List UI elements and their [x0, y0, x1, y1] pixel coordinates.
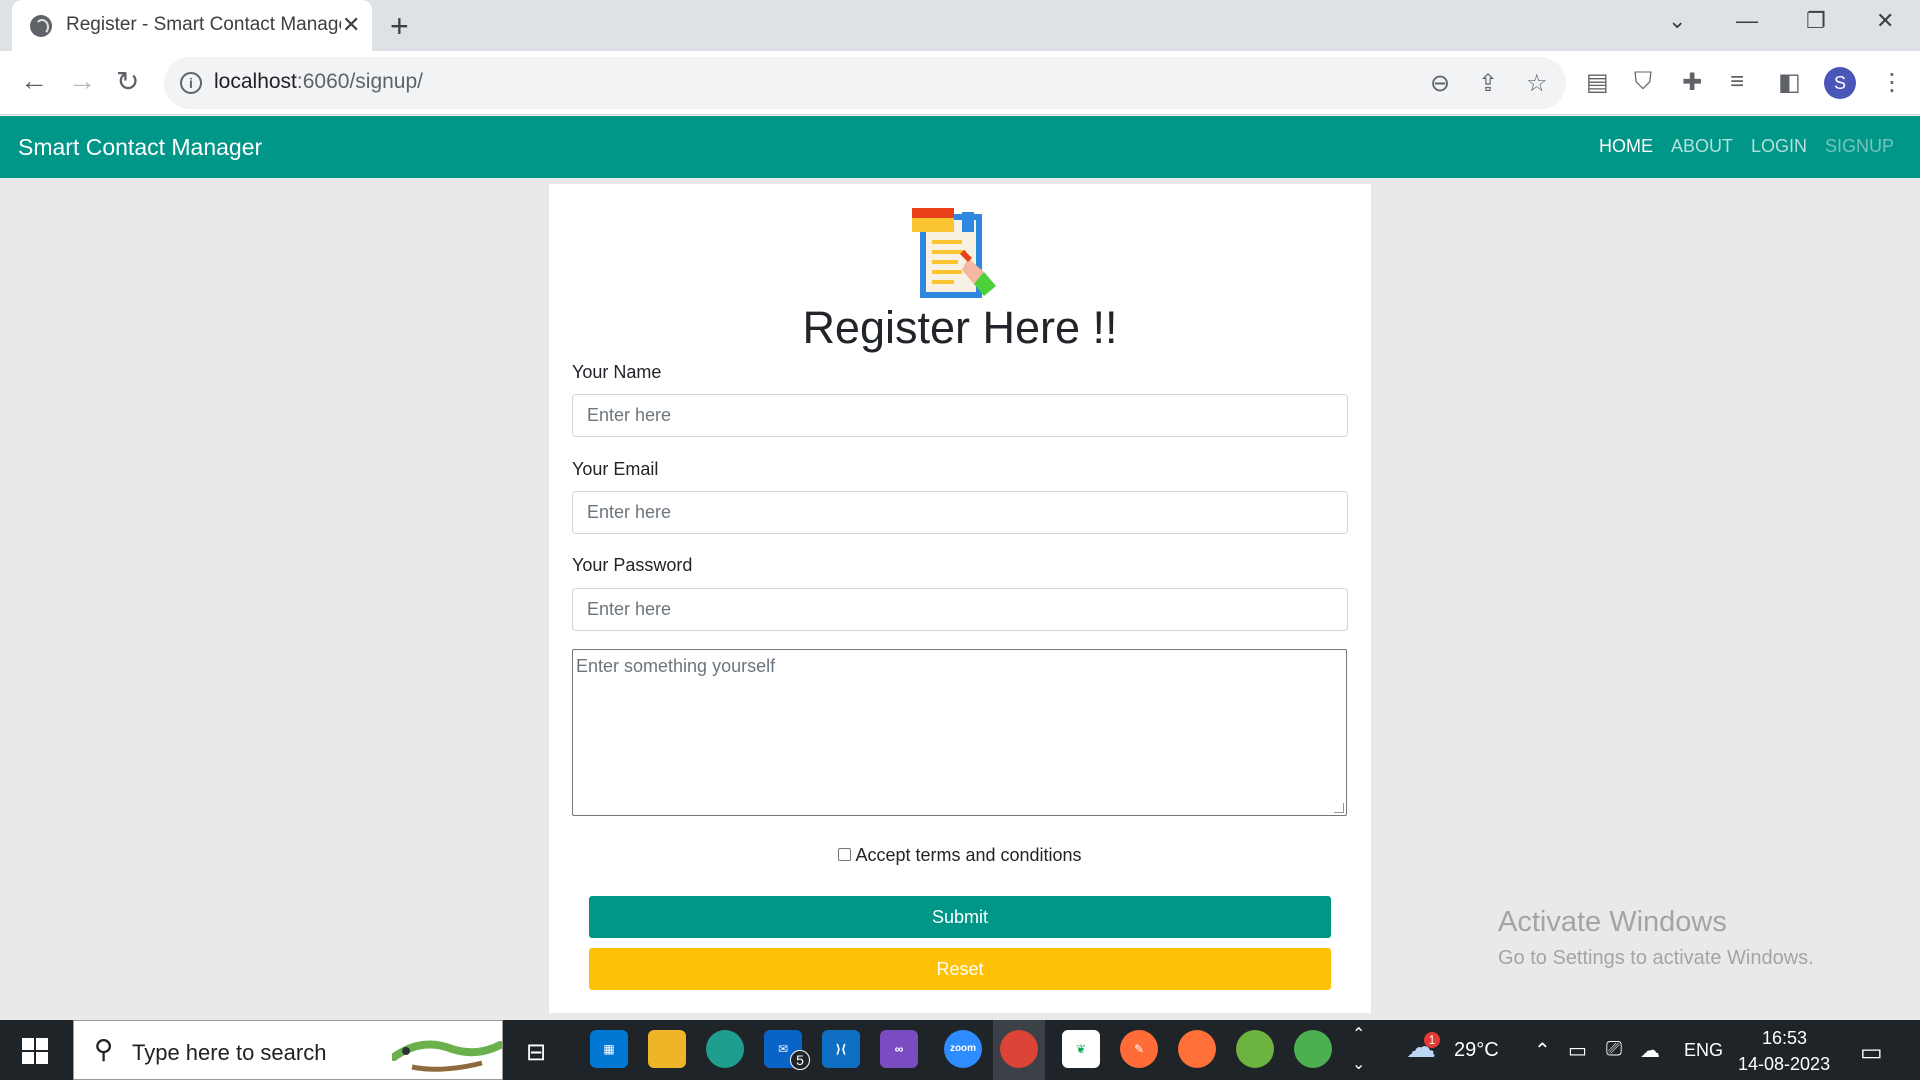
bookmark-star-icon[interactable]: ☆: [1526, 69, 1548, 98]
textarea-resize-handle[interactable]: [1334, 803, 1344, 813]
spring-boot-icon[interactable]: [1294, 1030, 1332, 1068]
taskbar-search-box[interactable]: ⚲ Type here to search: [73, 1020, 503, 1080]
site-info-icon[interactable]: i: [180, 72, 202, 94]
terms-row: Accept terms and conditions: [549, 845, 1371, 866]
windows-taskbar: ⚲ Type here to search ⊟ ▦ ✉ 5 ⟩⟨ ∞ zoom …: [0, 1020, 1920, 1080]
tab-search-chevron-icon[interactable]: ⌄: [1668, 8, 1686, 34]
email-input[interactable]: [572, 491, 1348, 534]
vscode-icon[interactable]: ⟩⟨: [822, 1030, 860, 1068]
restore-button[interactable]: ❐: [1806, 8, 1826, 34]
browser-tabstrip: Register - Smart Contact Manager ✕ + ⌄ —…: [0, 0, 1920, 51]
reload-icon[interactable]: ↻: [116, 65, 139, 98]
email-label: Your Email: [572, 459, 659, 479]
password-input[interactable]: [572, 588, 1348, 631]
about-textarea[interactable]: [572, 649, 1347, 816]
spring-tool-suite-icon[interactable]: [1236, 1030, 1274, 1068]
postman-icon[interactable]: ✎: [1120, 1030, 1158, 1068]
forward-arrow-icon[interactable]: →: [68, 65, 96, 97]
side-panel-icon[interactable]: ◧: [1778, 68, 1801, 97]
gecko-illustration-icon: [392, 1040, 502, 1072]
zoom-out-icon[interactable]: ⊖: [1430, 69, 1450, 98]
watermark-subtitle: Go to Settings to activate Windows.: [1498, 947, 1814, 969]
nav-link-about[interactable]: ABOUT: [1671, 136, 1733, 157]
media-control-icon[interactable]: ≡: [1730, 68, 1744, 96]
browser-toolbar: ← → ↻ i localhost:6060/signup/ ⊖ ⇪ ☆ ▤ ⛉…: [0, 51, 1920, 115]
new-tab-button[interactable]: +: [390, 8, 409, 45]
name-input[interactable]: [572, 394, 1348, 437]
url-text[interactable]: localhost:6060/signup/: [214, 70, 423, 94]
mongodb-compass-icon[interactable]: ❦: [1062, 1030, 1100, 1068]
hidden-icons-chevron-icon[interactable]: ⌃: [1534, 1038, 1551, 1063]
weather-alert-badge: 1: [1424, 1032, 1440, 1048]
clock-time[interactable]: 16:53: [1762, 1028, 1807, 1049]
form-title: Register Here !!: [802, 302, 1118, 353]
battery-icon[interactable]: ▭: [1568, 1038, 1587, 1063]
nav-link-signup: SIGNUP: [1824, 136, 1894, 156]
meet-now-icon[interactable]: ⎚: [1606, 1038, 1622, 1061]
register-card: Register Here !! Your Name Your Email Yo…: [549, 184, 1371, 1013]
clock-date[interactable]: 14-08-2023: [1738, 1054, 1830, 1075]
reset-button[interactable]: Reset: [589, 948, 1331, 990]
onedrive-cloud-icon[interactable]: ☁: [1640, 1038, 1660, 1063]
submit-button[interactable]: Submit: [589, 896, 1331, 938]
profile-avatar[interactable]: S: [1824, 67, 1856, 99]
nav-link-login[interactable]: LOGIN: [1751, 136, 1807, 157]
chrome-browser-icon[interactable]: [1000, 1030, 1038, 1068]
taskbar-search-placeholder: Type here to search: [132, 1040, 327, 1065]
windows-start-icon[interactable]: [22, 1038, 48, 1064]
site-navbar: Smart Contact Manager HOME ABOUT LOGIN S…: [0, 116, 1920, 178]
browser-menu-icon[interactable]: ⋮: [1880, 68, 1904, 97]
password-label: Your Password: [572, 555, 693, 575]
back-arrow-icon[interactable]: ←: [20, 65, 48, 97]
tab-title: Register - Smart Contact Manager: [66, 14, 341, 35]
language-indicator[interactable]: ENG: [1684, 1040, 1723, 1061]
activate-windows-watermark: Activate Windows Go to Settings to activ…: [1498, 906, 1814, 970]
firefox-icon[interactable]: [1178, 1030, 1216, 1068]
navbar-brand[interactable]: Smart Contact Manager: [18, 134, 262, 161]
share-icon[interactable]: ⇪: [1478, 69, 1498, 98]
window-close-button[interactable]: ✕: [1876, 8, 1894, 34]
task-view-icon[interactable]: ⊟: [526, 1038, 546, 1067]
temperature-text[interactable]: 29°C: [1454, 1039, 1499, 1062]
extensions-puzzle-icon[interactable]: ✚: [1682, 68, 1702, 97]
mail-badge: 5: [790, 1050, 810, 1070]
zoom-app-icon[interactable]: zoom: [944, 1030, 982, 1068]
address-bar[interactable]: i localhost:6060/signup/ ⊖ ⇪ ☆: [164, 57, 1566, 109]
register-document-icon: [912, 208, 996, 298]
notifications-icon[interactable]: ▭: [1860, 1038, 1883, 1067]
globe-icon: [30, 15, 52, 37]
taskbar-scroll-up-icon[interactable]: ⌃: [1352, 1024, 1365, 1044]
notes-extension-icon[interactable]: ▤: [1586, 68, 1609, 97]
tab-close-icon[interactable]: ✕: [342, 12, 360, 38]
nav-link-home[interactable]: HOME: [1599, 136, 1653, 157]
taskbar-scroll-down-icon[interactable]: ⌄: [1352, 1054, 1365, 1074]
navbar-links: HOME ABOUT LOGIN SIGNUP: [1599, 136, 1894, 157]
visual-studio-icon[interactable]: ∞: [880, 1030, 918, 1068]
browser-tab-register[interactable]: Register - Smart Contact Manager ✕: [12, 0, 372, 51]
terms-label[interactable]: Accept terms and conditions: [855, 845, 1081, 865]
file-explorer-icon[interactable]: [648, 1030, 686, 1068]
name-label: Your Name: [572, 362, 662, 382]
microsoft-store-icon[interactable]: ▦: [590, 1030, 628, 1068]
search-icon: ⚲: [94, 1034, 114, 1064]
watermark-title: Activate Windows: [1498, 906, 1727, 938]
edge-browser-icon[interactable]: [706, 1030, 744, 1068]
minimize-button[interactable]: —: [1736, 8, 1758, 34]
terms-checkbox[interactable]: [838, 848, 852, 861]
shield-extension-icon[interactable]: ⛉: [1634, 68, 1652, 96]
